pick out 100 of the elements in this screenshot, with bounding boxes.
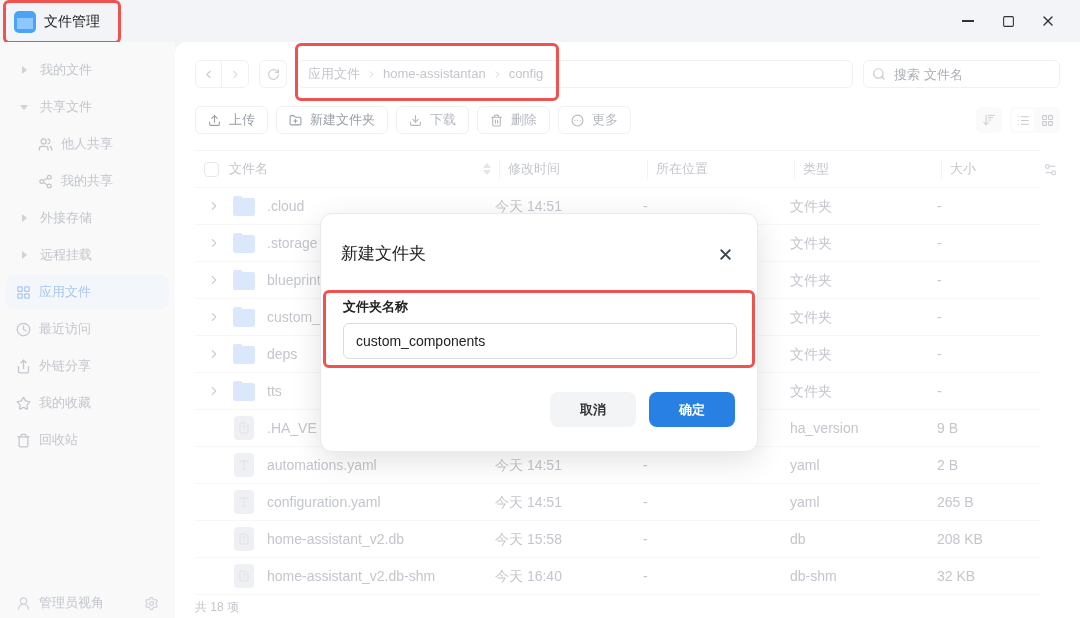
folder-icon: [232, 344, 256, 364]
type-cell: 文件夹: [790, 234, 832, 251]
modified-time: 今天 16:40: [495, 567, 562, 584]
nav-icon: [16, 432, 31, 448]
file-name: .HA_VE: [267, 419, 317, 436]
trash-icon: [490, 113, 503, 127]
file-name: automations.yaml: [267, 456, 377, 473]
refresh-button[interactable]: [259, 60, 287, 88]
size-cell: -: [937, 197, 942, 214]
folder-name-field[interactable]: custom_components: [343, 322, 737, 359]
nav-icon: [16, 321, 31, 337]
unknown-file-icon: [234, 564, 254, 588]
folder-icon: [232, 270, 256, 290]
folder-plus-icon: [289, 113, 302, 127]
size-cell: 208 KB: [937, 530, 983, 547]
user-icon: [16, 595, 31, 611]
type-cell: db-shm: [790, 567, 837, 584]
file-name: tts: [267, 382, 282, 399]
size-cell: 2 B: [937, 456, 958, 473]
location-cell: -: [643, 530, 648, 547]
type-cell: ha_version: [790, 419, 859, 436]
type-cell: 文件夹: [790, 382, 832, 399]
settings-icon[interactable]: [144, 595, 159, 611]
type-cell: 文件夹: [790, 345, 832, 362]
size-cell: 9 B: [937, 419, 958, 436]
type-cell: 文件夹: [790, 271, 832, 288]
sort-icon: [982, 113, 996, 127]
caret-icon[interactable]: [20, 66, 28, 74]
table-row[interactable]: home-assistant_v2.db 今天 15:58 - db 208 KB: [195, 521, 1040, 558]
cancel-button[interactable]: 取消: [550, 392, 636, 427]
caret-icon[interactable]: [20, 251, 28, 259]
list-icon: [1016, 113, 1030, 127]
nav-icon: [16, 358, 31, 374]
folder-icon: [232, 307, 256, 327]
select-all-checkbox[interactable]: [204, 161, 219, 177]
file-name: home-assistant_v2.db-shm: [267, 567, 436, 584]
column-settings-icon[interactable]: [1043, 161, 1058, 177]
folder-icon: [232, 233, 256, 253]
location-cell: -: [643, 567, 648, 584]
column-header[interactable]: 大小: [950, 159, 976, 179]
toolbar-button[interactable]: 上传: [195, 106, 268, 134]
sidebar-item[interactable]: 应用文件: [6, 275, 169, 309]
sidebar-label: 应用文件: [39, 283, 91, 302]
size-cell: -: [937, 345, 942, 362]
size-cell: -: [937, 308, 942, 325]
column-header[interactable]: 所在位置: [656, 159, 708, 179]
window-title: 文件管理: [44, 12, 100, 31]
unknown-file-icon: [234, 527, 254, 551]
size-cell: 32 KB: [937, 567, 976, 584]
download-icon: [409, 113, 422, 127]
size-cell: -: [937, 382, 942, 399]
text-file-icon: [234, 490, 254, 514]
modified-time: 今天 14:51: [495, 493, 562, 510]
toolbar-button[interactable]: 新建文件夹: [276, 106, 388, 134]
folder-icon: [232, 381, 256, 401]
column-header[interactable]: 类型: [803, 159, 829, 179]
file-name: custom_: [267, 308, 320, 325]
caret-icon[interactable]: [20, 103, 28, 111]
location-cell: -: [643, 456, 648, 473]
sort-button[interactable]: [976, 107, 1002, 133]
table-row[interactable]: home-assistant_v2.db-shm 今天 16:40 - db-shm 32 KB: [195, 558, 1040, 595]
type-cell: yaml: [790, 493, 820, 510]
folder-icon: [232, 196, 256, 216]
location-cell: -: [643, 197, 648, 214]
table-row[interactable]: configuration.yaml 今天 14:51 - yaml 265 B: [195, 484, 1040, 521]
nav-icon: [16, 284, 31, 300]
type-cell: 文件夹: [790, 308, 832, 325]
modified-time: 今天 14:51: [495, 456, 562, 473]
list-view-button[interactable]: [1012, 109, 1034, 131]
grid-icon: [1040, 113, 1054, 127]
column-header[interactable]: 文件名: [229, 159, 268, 179]
file-name: deps: [267, 345, 298, 362]
search-field[interactable]: 搜索 文件名: [863, 60, 1060, 88]
type-cell: 文件夹: [790, 197, 832, 214]
modified-time: 今天 15:58: [495, 530, 562, 547]
search-icon: [872, 67, 886, 81]
text-file-icon: [234, 453, 254, 477]
file-name: home-assistant_v2.db: [267, 530, 404, 547]
location-cell: -: [643, 493, 648, 510]
modified-time: 今天 14:51: [495, 197, 562, 214]
sort-icon[interactable]: [483, 163, 491, 175]
column-header[interactable]: 修改时间: [508, 159, 560, 179]
size-cell: -: [937, 271, 942, 288]
caret-icon[interactable]: [20, 214, 28, 222]
minimize-icon: [962, 20, 974, 22]
ellipsis-icon: [571, 113, 584, 127]
field-label: 文件夹名称: [343, 298, 409, 316]
breadcrumb-item[interactable]: 应用文件: [308, 64, 360, 84]
breadcrumb-item[interactable]: home-assistantan: [383, 64, 486, 84]
breadcrumb-item[interactable]: config: [508, 64, 544, 84]
file-name: configuration.yaml: [267, 493, 381, 510]
dialog-title: 新建文件夹: [341, 243, 427, 266]
confirm-button[interactable]: 确定: [649, 392, 735, 427]
upload-icon: [208, 113, 221, 127]
type-cell: yaml: [790, 456, 820, 473]
file-name: .cloud: [267, 197, 305, 214]
size-cell: -: [937, 234, 942, 251]
nav-icon: [16, 395, 31, 411]
item-count: 共 18 项: [195, 598, 239, 616]
file-name: blueprint: [267, 271, 321, 288]
